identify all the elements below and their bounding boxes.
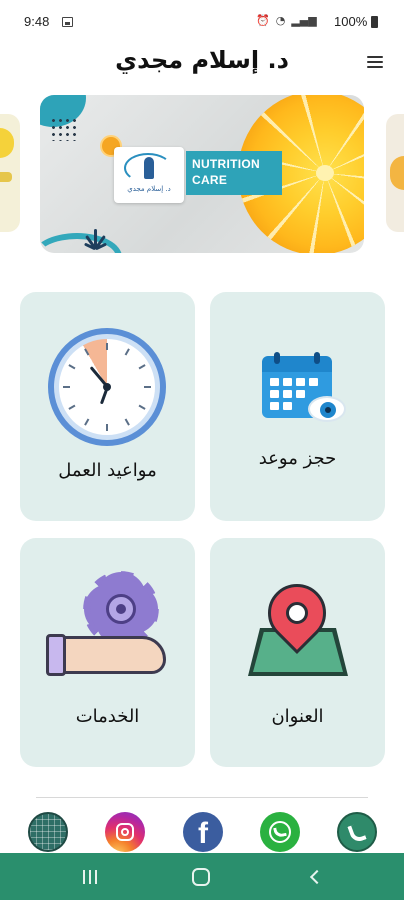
recent-apps-button[interactable] [82,870,98,884]
home-button[interactable] [192,868,210,886]
tile-label: الخدمات [75,706,140,727]
clock-icon [48,328,166,446]
wifi-icon: ◔ [275,14,286,27]
back-button[interactable] [309,869,325,885]
decor-dots [50,117,76,141]
doctor-logo: د. إسلام مجدي [114,147,184,203]
app-title: د. إسلام مجدي [115,46,289,74]
nutrition-care-badge: NUTRITION CARE [186,151,282,195]
open-hand-icon [50,636,166,674]
banner-slide[interactable]: د. إسلام مجدي NUTRITION CARE [40,95,364,253]
alarm-icon: ⏰ [256,14,270,27]
status-icons: ⏰ ◔ ▂▄▆ [256,14,317,27]
gear-core [116,604,126,614]
system-nav-bar [0,853,404,900]
phone-icon[interactable] [337,812,377,852]
badge-line2: CARE [192,173,228,187]
facebook-icon[interactable]: f [183,812,223,852]
carousel-next-slide[interactable] [386,114,404,232]
signal-icon: ▂▄▆ [291,14,317,27]
divider [36,797,368,798]
menu-icon[interactable] [364,53,386,71]
logo-text: د. إسلام مجدي [127,185,171,193]
tile-services[interactable]: الخدمات [20,538,195,767]
eye-icon [308,396,346,422]
status-time: 9:48 [24,14,50,29]
instagram-icon[interactable] [105,812,145,852]
carousel-prev-slide[interactable] [0,114,20,232]
status-bar: 9:48 ⏰ ◔ ▂▄▆ 100% [0,0,404,44]
orange-center [316,165,334,181]
website-icon[interactable] [28,812,68,852]
battery-icon [371,16,378,28]
whatsapp-icon[interactable] [260,812,300,852]
gallery-notification-icon [62,17,73,27]
battery-percent: 100% [334,14,368,29]
pin-hole [286,602,308,624]
tile-book-appointment[interactable]: حجز موعد [210,292,385,521]
coral-decor-icon [82,225,110,251]
tile-label: العنوان [271,706,324,727]
tile-label: حجز موعد [258,448,337,469]
tile-label: مواعيد العمل [58,460,157,481]
hand-cuff [46,634,66,676]
tile-address[interactable]: العنوان [210,538,385,767]
tile-working-hours[interactable]: مواعيد العمل [20,292,195,521]
badge-line1: NUTRITION [192,157,261,171]
